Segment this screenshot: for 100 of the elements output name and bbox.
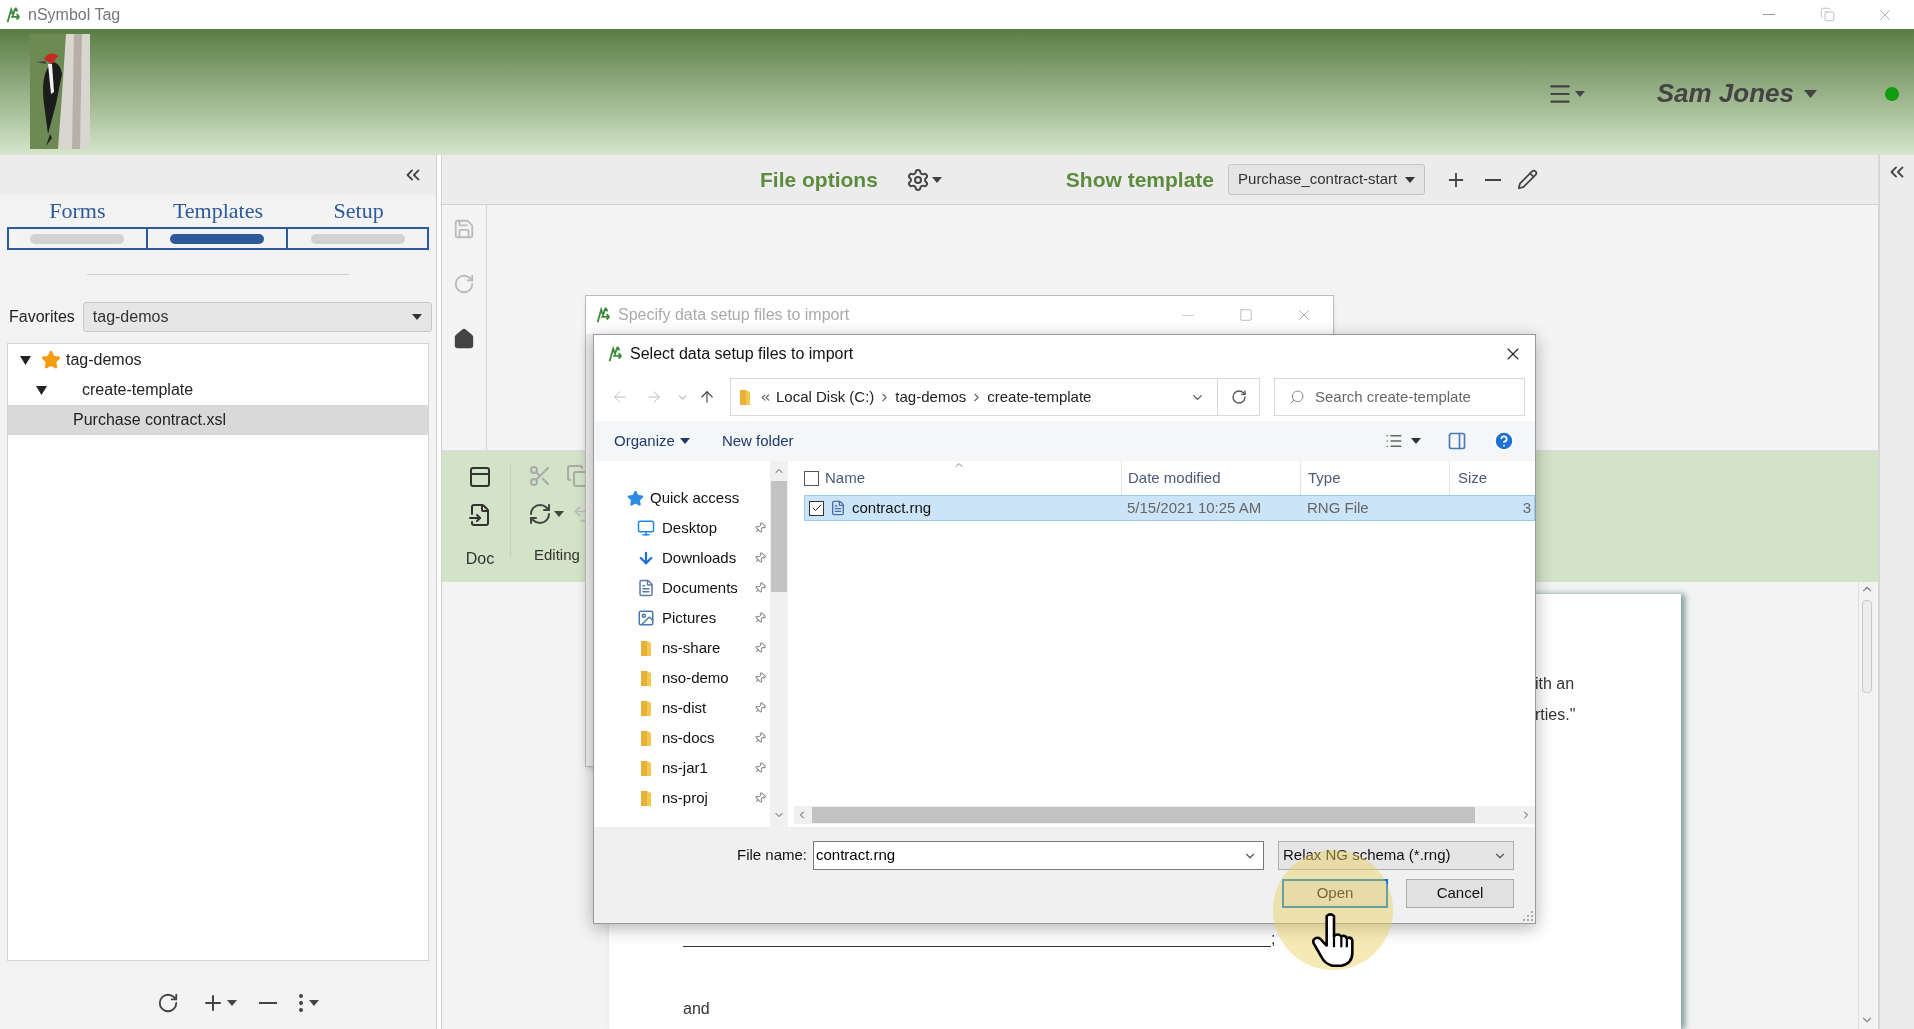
caret-icon (679, 438, 690, 444)
app-logo-icon (594, 306, 612, 324)
nav-item[interactable]: Pictures (594, 603, 770, 633)
caret-icon (411, 314, 422, 320)
file-date: 5/15/2021 10:25 AM (1127, 497, 1263, 518)
address-bar[interactable]: Local Disk (C:) tag-demos create-template (730, 378, 1218, 416)
refresh-icon (157, 992, 179, 1014)
file-size: 3 (1522, 497, 1531, 518)
home-button[interactable] (453, 328, 475, 350)
folder-icon (640, 729, 652, 747)
app-logo-icon (4, 5, 22, 24)
path-segment[interactable]: tag-demos (895, 385, 967, 409)
nav-item[interactable]: ns-jar1 (594, 753, 770, 783)
import-button[interactable] (468, 503, 492, 527)
help-button[interactable] (1493, 430, 1515, 452)
minimize-icon (1182, 314, 1194, 316)
favorites-dropdown[interactable]: tag-demos (82, 302, 432, 332)
help-icon (1493, 430, 1515, 452)
folder-icon (640, 639, 652, 657)
check-icon (810, 502, 823, 514)
template-dropdown[interactable]: Purchase_contract-start (1228, 164, 1426, 195)
nav-item[interactable]: ns-share (594, 633, 770, 663)
find-replace-icon (528, 502, 552, 526)
document-icon (637, 579, 655, 597)
select-all-checkbox[interactable] (804, 470, 819, 486)
ribbon-group-label: Doc (465, 549, 495, 569)
cancel-button[interactable]: Cancel (1406, 879, 1514, 908)
file-type: RNG File (1307, 497, 1370, 518)
document-text: rties." (1535, 705, 1577, 725)
caret-icon (931, 176, 942, 183)
file-type-dropdown[interactable]: Relax NG schema (*.rng) (1278, 841, 1514, 870)
settings-button[interactable] (905, 167, 942, 192)
maximize-icon (1239, 308, 1253, 322)
expand-triangle-icon[interactable] (20, 355, 31, 365)
back-icon (611, 388, 629, 406)
scrollbar-thumb[interactable] (1861, 600, 1872, 693)
caret-icon (1405, 176, 1416, 183)
scrollbar-thumb[interactable] (771, 481, 787, 592)
folder-icon (739, 388, 751, 406)
document-text: and (683, 999, 711, 1019)
caret-icon (1804, 89, 1817, 98)
panel-button[interactable] (468, 465, 492, 489)
path-segment[interactable]: create-template (987, 385, 1092, 409)
refresh-button[interactable] (157, 992, 179, 1014)
tree-item[interactable]: create-template (8, 375, 428, 405)
refresh-icon (1230, 389, 1247, 405)
nav-item[interactable]: ns-dist (594, 693, 770, 723)
list-icon (1385, 432, 1403, 450)
new-folder-button[interactable]: New folder (721, 429, 794, 453)
find-replace-button[interactable] (528, 502, 564, 526)
open-button[interactable]: Open (1282, 879, 1388, 908)
path-segment[interactable]: Local Disk (C:) (776, 385, 875, 409)
hand-cursor-icon (1312, 912, 1356, 968)
nav-item[interactable]: Documents (594, 573, 770, 603)
nav-item[interactable]: Quick access (594, 483, 770, 513)
edit-template-button[interactable] (1517, 169, 1539, 190)
nav-item[interactable]: ns-proj (594, 783, 770, 813)
nav-item[interactable]: ns-docs (594, 723, 770, 753)
view-button[interactable] (1385, 432, 1421, 450)
preview-pane-button[interactable] (1447, 431, 1467, 451)
scrollbar-thumb[interactable] (812, 807, 1475, 823)
folder-icon (640, 759, 652, 777)
sidebar-tab[interactable]: Setup (288, 195, 429, 250)
resize-grip-icon (1523, 911, 1533, 921)
column-header[interactable]: Name (825, 461, 1121, 495)
file-name-label: File name: (736, 845, 807, 866)
document-text: ith an (1535, 674, 1576, 694)
row-checkbox[interactable] (809, 500, 824, 516)
nav-item[interactable]: nso-demo (594, 663, 770, 693)
tree-item[interactable]: Purchase contract.xsl (8, 405, 428, 435)
file-row[interactable]: contract.rng 5/15/2021 10:25 AM RNG File 3 (804, 495, 1535, 521)
save-icon (453, 218, 475, 240)
nav-item[interactable]: Downloads (594, 543, 770, 573)
file-name-input[interactable]: contract.rng (816, 844, 1243, 867)
minimize-icon (1763, 14, 1775, 15)
search-input[interactable]: Search create-template (1315, 385, 1515, 409)
organize-button[interactable]: Organize (614, 429, 690, 453)
expand-triangle-icon[interactable] (36, 385, 47, 395)
file-name-field[interactable]: contract.rng (813, 841, 1264, 870)
folder-icon (640, 669, 652, 687)
caret-icon (1411, 438, 1421, 444)
tree-item[interactable]: tag-demos (8, 345, 428, 375)
caret-icon (1574, 90, 1585, 97)
home-icon (453, 328, 475, 350)
restore-icon (1819, 7, 1835, 22)
panel-icon (468, 465, 492, 489)
desktop-icon (637, 519, 655, 537)
sidebar-tab[interactable]: Forms (7, 195, 148, 250)
settings-icon (905, 167, 930, 192)
image-icon (637, 609, 655, 627)
forward-icon (645, 388, 663, 406)
show-template-label: Show template (1065, 166, 1215, 193)
nav-item[interactable]: Desktop (594, 513, 770, 543)
search-field[interactable]: Search create-template (1274, 378, 1525, 416)
sidebar-tab[interactable]: Templates (147, 195, 289, 250)
minus-icon (1485, 178, 1502, 181)
more-button[interactable] (299, 994, 319, 1012)
dialog-title: Select data setup files to import (630, 344, 854, 364)
reload-icon (453, 273, 475, 295)
user-menu-button[interactable]: Sam Jones (1656, 74, 1817, 113)
